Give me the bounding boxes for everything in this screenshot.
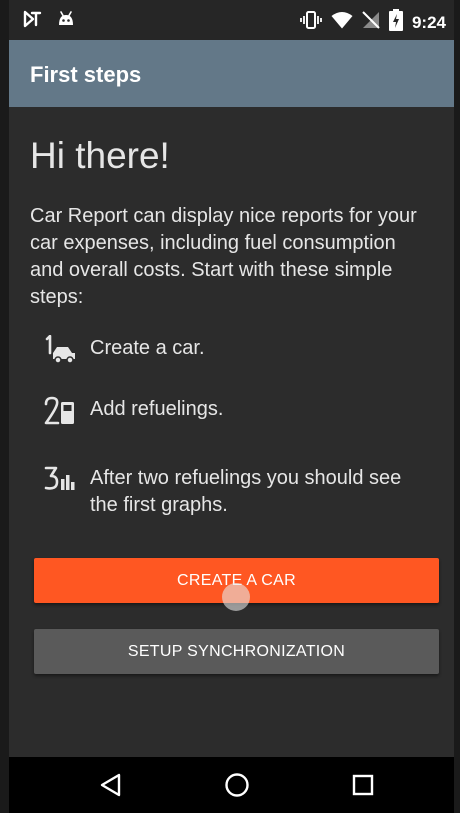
- step-one-car-icon: [44, 334, 90, 375]
- page-title: First steps: [30, 62, 142, 87]
- intro-text: Car Report can display nice reports for …: [30, 205, 417, 308]
- touch-ripple: [222, 583, 250, 611]
- step-item-see-graphs: After two refuelings you should see the …: [44, 465, 424, 519]
- step-item-create-car: Create a car.: [44, 334, 424, 375]
- status-bar: 9:24: [9, 0, 454, 40]
- device-frame-right: [454, 0, 460, 813]
- recents-icon[interactable]: [349, 771, 377, 799]
- notification-icon: [23, 10, 43, 33]
- step-text: Add refuelings.: [90, 398, 224, 420]
- vibrate-icon: [300, 10, 322, 35]
- no-sim-icon: [362, 11, 380, 34]
- step-text: Create a car.: [90, 337, 205, 359]
- navigation-bar: [9, 757, 454, 813]
- setup-sync-button[interactable]: SETUP SYNCHRONIZATION: [34, 629, 439, 674]
- step-text: After two refuelings you should see the …: [90, 467, 402, 516]
- app-bar: First steps: [9, 40, 454, 107]
- home-icon[interactable]: [223, 771, 251, 799]
- android-icon: [57, 10, 75, 33]
- first-steps-content: Hi there! Car Report can display nice re…: [9, 107, 454, 757]
- back-icon[interactable]: [97, 771, 125, 799]
- status-time: 9:24: [411, 12, 446, 32]
- device-frame-left: [0, 0, 9, 813]
- greeting-heading: Hi there!: [30, 135, 170, 176]
- wifi-icon: [331, 11, 353, 34]
- step-three-graph-icon: [44, 465, 90, 505]
- step-two-fuel-icon: [44, 396, 90, 436]
- battery-charging-icon: [388, 9, 403, 36]
- step-item-add-refuelings: Add refuelings.: [44, 396, 424, 436]
